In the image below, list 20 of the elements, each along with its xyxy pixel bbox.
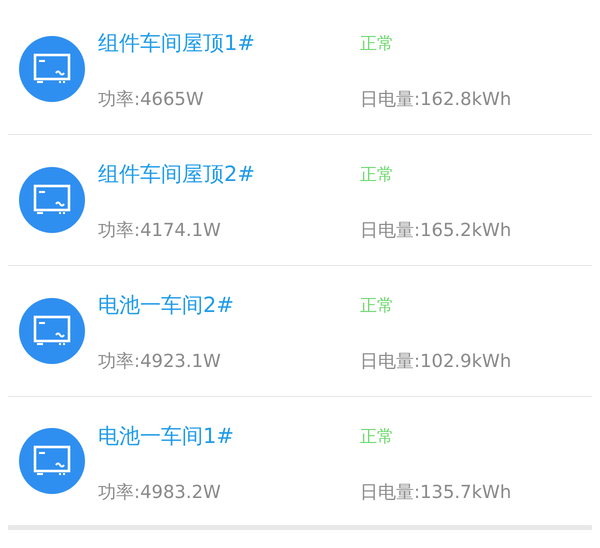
inverter-icon — [19, 428, 85, 494]
status-label: 正常 — [360, 164, 394, 186]
power-reading: 功率:4983.2W — [98, 481, 222, 504]
device-name[interactable]: 电池一车间2# — [98, 291, 360, 319]
daily-energy-reading: 日电量:135.7kWh — [360, 481, 512, 504]
power-reading: 功率:4174.1W — [98, 219, 222, 242]
inverter-icon — [19, 36, 85, 102]
daily-energy-reading: 日电量:102.9kWh — [360, 350, 512, 373]
daily-energy-reading: 日电量:162.8kWh — [360, 88, 512, 111]
power-reading: 功率:4923.1W — [98, 350, 222, 373]
device-name[interactable]: 组件车间屋顶2# — [98, 160, 360, 188]
power-reading: 功率:4665W — [98, 88, 205, 111]
status-label: 正常 — [360, 294, 394, 316]
device-name[interactable]: 电池一车间1# — [98, 422, 360, 450]
inverter-icon — [19, 167, 85, 233]
inverter-icon — [19, 298, 85, 364]
status-label: 正常 — [360, 32, 394, 54]
daily-energy-reading: 日电量:165.2kWh — [360, 219, 512, 242]
status-label: 正常 — [360, 426, 394, 448]
device-name[interactable]: 组件车间屋顶1# — [98, 29, 360, 57]
